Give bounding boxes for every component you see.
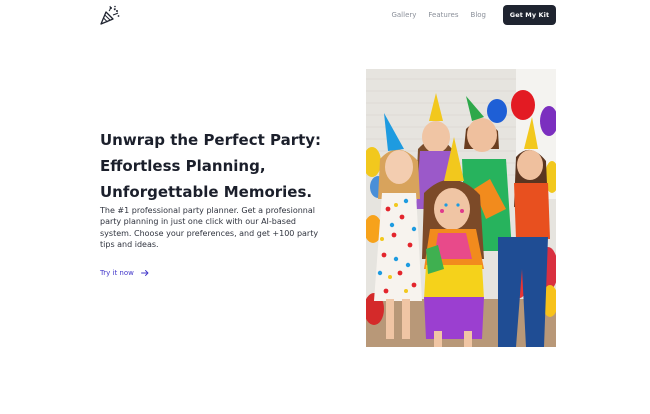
try-it-now-label: Try it now: [100, 269, 134, 277]
nav-gallery-link[interactable]: Gallery: [391, 5, 416, 25]
hero-title: Unwrap the Perfect Party: Effortless Pla…: [100, 131, 322, 201]
get-my-kit-button[interactable]: Get My Kit: [503, 5, 556, 25]
hero-description: The #1 professional party planner. Get a…: [100, 206, 319, 249]
party-popper-icon[interactable]: [99, 4, 121, 26]
try-it-now-link[interactable]: Try it now: [100, 269, 149, 277]
hero-party-photo: [366, 69, 556, 347]
nav-features-link[interactable]: Features: [428, 5, 458, 25]
nav-blog-link[interactable]: Blog: [471, 5, 486, 25]
arrow-right-icon: [140, 269, 149, 277]
main-nav: Gallery Features Blog: [391, 5, 486, 25]
